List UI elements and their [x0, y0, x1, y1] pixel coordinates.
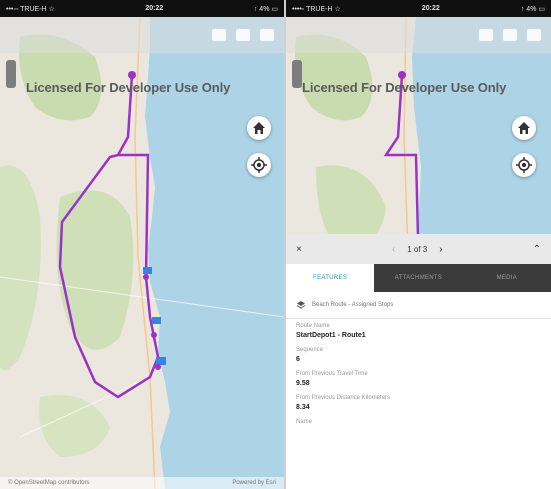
field-label: From Previous Travel Time [296, 371, 368, 377]
attribute-list: Route Name StartDepot1 - Route1 Sequence… [286, 319, 551, 425]
clock: 20:22 [145, 5, 164, 12]
popup-header: × ‹ 1 of 3 › ⌃ [286, 234, 551, 264]
locate-button[interactable] [512, 153, 536, 177]
attribute-field: Sequence 6 [296, 347, 541, 363]
popup-tabs: FEATURES ATTACHMENTS MEDIA [286, 264, 551, 292]
clock: 20:22 [421, 5, 440, 12]
popup-pager: ‹ 1 of 3 › [392, 244, 443, 255]
chevron-right-icon[interactable]: › [439, 244, 442, 255]
status-bar: •••◦◦ TRUE-H ☆ 20:22 ↑ 4% ▭ [0, 0, 284, 17]
field-value: 9.58 [296, 380, 310, 387]
field-value: StartDepot1 - Route1 [296, 332, 366, 339]
locate-icon [251, 157, 267, 173]
attribution-esri: Powered by Esri [232, 480, 276, 486]
attribution-osm: © OpenStreetMap contributors [8, 480, 90, 486]
toolbar-button[interactable] [260, 29, 274, 41]
toolbar-button[interactable] [527, 29, 541, 41]
layer-icon [296, 301, 306, 309]
right-phone-screen: ••••◦ TRUE-H ☆ 20:22 ↑ 4% ▭ Licensed For… [286, 0, 551, 489]
close-icon[interactable]: × [296, 244, 302, 255]
side-panel-handle[interactable] [292, 60, 302, 88]
pager-label: 1 of 3 [407, 244, 428, 254]
toolbar-button[interactable] [212, 29, 226, 41]
toolbar-button[interactable] [236, 29, 250, 41]
home-button[interactable] [512, 116, 536, 140]
layer-name: Beach Route - Assigned Stops [312, 302, 394, 308]
map-toolbar [0, 17, 284, 53]
home-button[interactable] [247, 116, 271, 140]
screens: •••◦◦ TRUE-H ☆ 20:22 ↑ 4% ▭ Licensed For… [0, 0, 551, 489]
tab-media[interactable]: MEDIA [462, 264, 551, 292]
attribute-field: Name [296, 419, 541, 425]
field-label: Sequence [296, 347, 324, 353]
license-watermark: Licensed For Developer Use Only [26, 80, 231, 95]
map-attribution: © OpenStreetMap contributors Powered by … [0, 477, 284, 489]
field-value: 6 [296, 356, 300, 363]
license-watermark: Licensed For Developer Use Only [302, 80, 507, 95]
chevron-left-icon[interactable]: ‹ [392, 244, 395, 255]
tab-attachments[interactable]: ATTACHMENTS [374, 264, 463, 292]
battery-label: ↑ 4% ▭ [253, 5, 278, 13]
locate-icon [516, 157, 532, 173]
feature-popup: × ‹ 1 of 3 › ⌃ FEATURES ATTACHMENTS MEDI… [286, 234, 551, 489]
field-label: Route Name [296, 323, 330, 329]
battery-label: ↑ 4% ▭ [520, 5, 545, 13]
attribute-field: Route Name StartDepot1 - Route1 [296, 323, 541, 339]
field-value: 8.34 [296, 404, 310, 411]
field-label: From Previous Distance Kilometers [296, 395, 391, 401]
carrier-label: ••••◦ TRUE-H ☆ [292, 5, 341, 13]
toolbar-button[interactable] [479, 29, 493, 41]
layer-row: Beach Route - Assigned Stops [286, 292, 551, 319]
home-icon [253, 122, 265, 134]
tab-features[interactable]: FEATURES [286, 264, 375, 292]
home-icon [518, 122, 530, 134]
map-toolbar [286, 17, 551, 53]
attribute-field: From Previous Distance Kilometers 8.34 [296, 395, 541, 411]
left-phone-screen: •••◦◦ TRUE-H ☆ 20:22 ↑ 4% ▭ Licensed For… [0, 0, 284, 489]
attribute-field: From Previous Travel Time 9.58 [296, 371, 541, 387]
chevron-up-icon[interactable]: ⌃ [533, 244, 541, 255]
side-panel-handle[interactable] [6, 60, 16, 88]
carrier-label: •••◦◦ TRUE-H ☆ [6, 5, 55, 13]
status-bar: ••••◦ TRUE-H ☆ 20:22 ↑ 4% ▭ [286, 0, 551, 17]
locate-button[interactable] [247, 153, 271, 177]
field-label: Name [296, 419, 313, 425]
toolbar-button[interactable] [503, 29, 517, 41]
